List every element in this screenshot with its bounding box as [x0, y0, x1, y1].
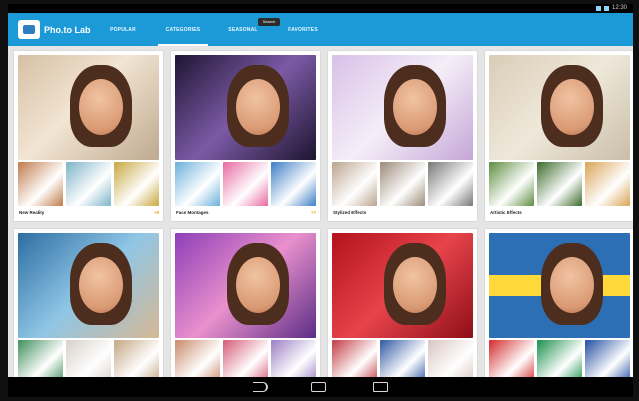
status-bar: 12:30 [8, 4, 633, 13]
category-grid: New Reality +9 Face Montages +7 Stylized… [8, 46, 633, 397]
hero-image [489, 55, 630, 160]
thumb-image [428, 162, 473, 206]
thumb-image [489, 162, 534, 206]
thumb-row [175, 162, 316, 206]
hero-image [175, 55, 316, 160]
hero-image [332, 233, 473, 338]
category-card-face-montages[interactable]: Face Montages +7 [171, 51, 320, 221]
portrait-face [79, 257, 123, 313]
back-icon[interactable] [253, 382, 268, 392]
battery-icon [603, 6, 609, 11]
category-count-badge: +7 [310, 210, 316, 215]
portrait-face [550, 257, 594, 313]
hero-image [332, 55, 473, 160]
thumb-image [271, 162, 316, 206]
portrait-face [236, 257, 280, 313]
portrait-face [236, 79, 280, 135]
portrait-face [79, 79, 123, 135]
portrait-face [393, 257, 437, 313]
home-icon[interactable] [311, 382, 326, 392]
thumb-image [585, 162, 630, 206]
hero-image [489, 233, 630, 338]
status-time: 12:30 [611, 5, 627, 11]
thumb-image [114, 162, 159, 206]
category-title: Artistic Effects [490, 210, 522, 215]
thumb-image [18, 162, 63, 206]
thumb-row [489, 162, 630, 206]
signal-icon [595, 6, 601, 11]
category-title: New Reality [19, 210, 45, 215]
category-card-artistic-effects[interactable]: Artistic Effects [485, 51, 633, 221]
portrait-face [393, 79, 437, 135]
device-screen: 12:30 Pho.to Lab Search POPULAR CATEGORI… [8, 4, 633, 397]
system-nav-bar [8, 377, 633, 397]
category-card-stylized-effects[interactable]: Stylized Effects [328, 51, 477, 221]
category-card-magazine-covers[interactable] [328, 229, 477, 397]
hero-image [175, 233, 316, 338]
category-card-face-paint[interactable] [485, 229, 633, 397]
tab-popular[interactable]: POPULAR [93, 13, 153, 46]
thumb-image [537, 162, 582, 206]
app-logo-icon [18, 20, 40, 39]
app-bar: Pho.to Lab Search POPULAR CATEGORIES SEA… [8, 13, 633, 46]
hero-image [18, 233, 159, 338]
category-tabs: POPULAR CATEGORIES SEASONAL FAVORITES [93, 13, 333, 46]
category-title: Face Montages [176, 210, 209, 215]
hero-image [18, 55, 159, 160]
thumb-image [332, 162, 377, 206]
tab-favorites[interactable]: FAVORITES [273, 13, 333, 46]
thumb-image [66, 162, 111, 206]
thumb-row [332, 162, 473, 206]
portrait-face [550, 79, 594, 135]
thumb-image [223, 162, 268, 206]
tab-categories[interactable]: CATEGORIES [153, 13, 213, 46]
category-count-badge: +9 [153, 210, 159, 215]
category-card-magic[interactable] [171, 229, 320, 397]
recent-apps-icon[interactable] [373, 382, 388, 392]
thumb-row [18, 162, 159, 206]
thumb-image [380, 162, 425, 206]
thumb-image [175, 162, 220, 206]
status-icons: 12:30 [595, 5, 627, 12]
category-card-new-reality[interactable]: New Reality +9 [14, 51, 163, 221]
category-card-frames[interactable] [14, 229, 163, 397]
category-title: Stylized Effects [333, 210, 367, 215]
app-title: Pho.to Lab [44, 25, 91, 35]
tab-seasonal[interactable]: SEASONAL [213, 13, 273, 46]
